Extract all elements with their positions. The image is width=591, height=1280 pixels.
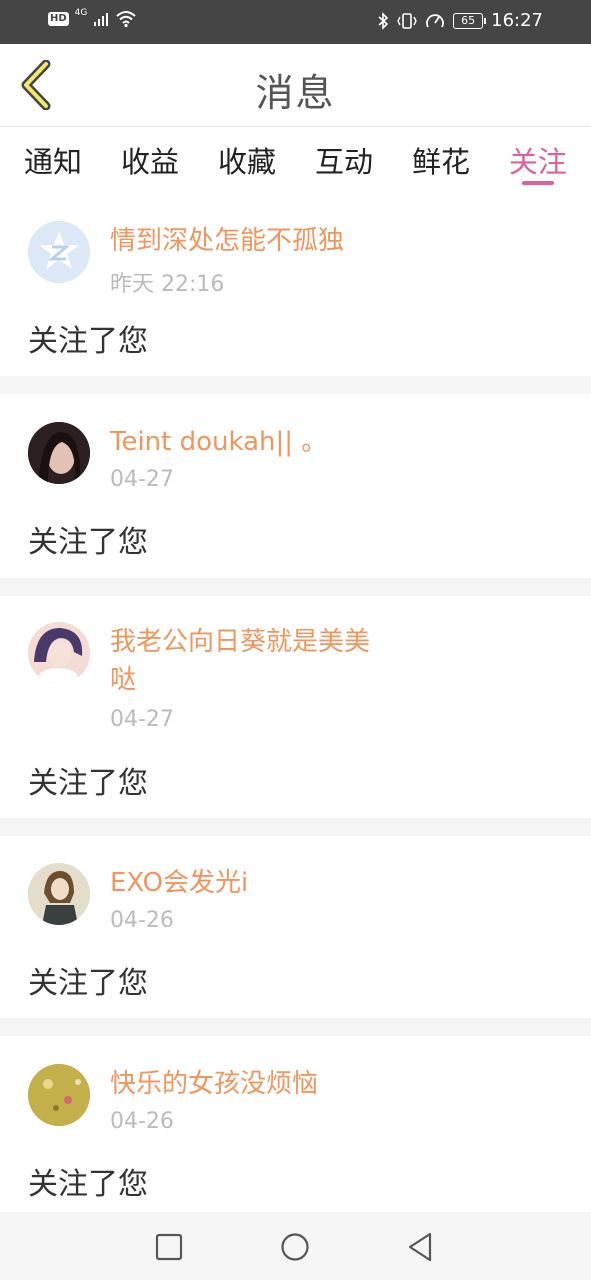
user-avatar[interactable] — [28, 622, 90, 684]
user-avatar[interactable] — [28, 1064, 90, 1126]
back-nav-button[interactable] — [403, 1230, 437, 1264]
tab-bar: 通知 收益 收藏 互动 鲜花 关注 — [0, 127, 591, 197]
recent-apps-button[interactable] — [152, 1230, 186, 1264]
tab-flowers[interactable]: 鲜花 — [412, 127, 470, 197]
timestamp: 昨天 22:16 — [110, 272, 225, 297]
list-item[interactable]: 我老公向日葵就是美美哒 04-27 关注了您 — [0, 596, 591, 818]
tab-earnings[interactable]: 收益 — [121, 127, 179, 197]
speed-gauge-icon — [426, 13, 445, 27]
list-item[interactable]: Teint doukah|| 。 04-27 关注了您 — [0, 394, 591, 578]
user-avatar[interactable] — [28, 422, 90, 484]
divider — [0, 376, 591, 394]
username[interactable]: Teint doukah|| 。 — [110, 423, 390, 461]
username[interactable]: 快乐的女孩没烦恼 — [110, 1065, 390, 1103]
user-avatar[interactable] — [28, 863, 90, 925]
home-button[interactable] — [278, 1230, 312, 1264]
network-type: 4G — [74, 8, 88, 18]
bluetooth-icon — [378, 11, 389, 30]
system-nav-bar — [0, 1212, 591, 1280]
signal-icon — [94, 13, 109, 26]
circle-icon — [281, 1233, 309, 1261]
message-list: 情到深处怎能不孤独 昨天 22:16 关注了您 Teint doukah|| 。… — [0, 197, 591, 1216]
action-text: 关注了您 — [28, 1167, 148, 1202]
divider — [0, 818, 591, 836]
vibrate-icon — [397, 12, 417, 29]
action-text: 关注了您 — [28, 966, 148, 1001]
divider — [0, 1018, 591, 1036]
action-text: 关注了您 — [28, 766, 148, 801]
divider — [0, 578, 591, 596]
timestamp: 04-27 — [110, 707, 174, 732]
tab-interactions[interactable]: 互动 — [315, 127, 373, 197]
action-text: 关注了您 — [28, 525, 148, 560]
list-item[interactable]: 情到深处怎能不孤独 昨天 22:16 关注了您 — [0, 197, 591, 376]
list-item[interactable]: 快乐的女孩没烦恼 04-26 关注了您 — [0, 1036, 591, 1216]
page-title: 消息 — [255, 71, 336, 115]
tab-following[interactable]: 关注 — [509, 127, 567, 197]
battery-icon: 65 — [453, 12, 487, 29]
timestamp: 04-27 — [110, 467, 174, 492]
hd-badge: HD — [48, 12, 69, 26]
username[interactable]: 情到深处怎能不孤独 — [110, 222, 390, 260]
square-icon — [155, 1233, 183, 1261]
timestamp: 04-26 — [110, 908, 174, 933]
header: 消息 — [0, 44, 591, 127]
status-bar: HD 4G 65 16:27 — [0, 0, 591, 44]
tab-notifications[interactable]: 通知 — [24, 127, 82, 197]
battery-level: 65 — [461, 13, 476, 27]
default-avatar-icon[interactable] — [28, 221, 90, 283]
wifi-icon — [116, 11, 137, 28]
username[interactable]: 我老公向日葵就是美美哒 — [110, 623, 390, 699]
tab-favorites[interactable]: 收藏 — [218, 127, 276, 197]
triangle-back-icon — [408, 1232, 432, 1262]
action-text: 关注了您 — [28, 324, 148, 359]
timestamp: 04-26 — [110, 1109, 174, 1134]
list-item[interactable]: EXO会发光i 04-26 关注了您 — [0, 836, 591, 1018]
clock: 16:27 — [491, 10, 543, 31]
username[interactable]: EXO会发光i — [110, 864, 390, 902]
